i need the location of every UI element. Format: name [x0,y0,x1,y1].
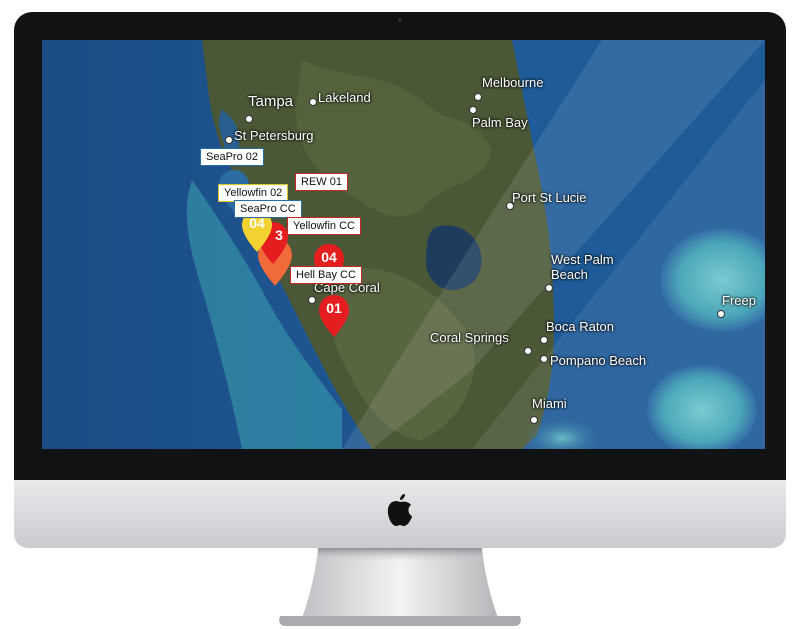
monitor-stand [279,548,521,626]
